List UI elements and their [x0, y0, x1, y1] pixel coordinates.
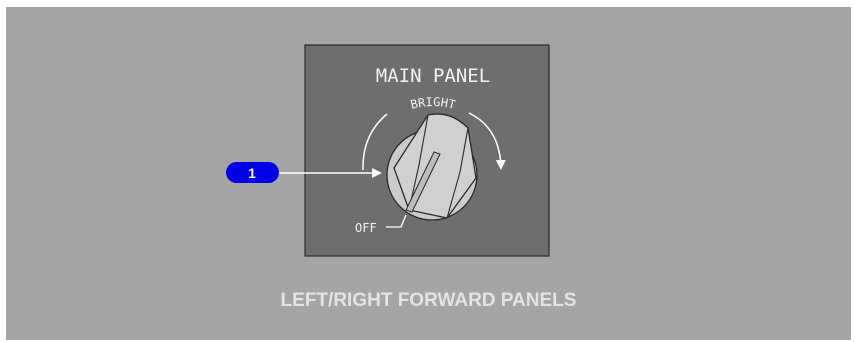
panel-location-caption: LEFT/RIGHT FORWARD PANELS [280, 290, 577, 311]
panel-title: MAIN PANEL [376, 65, 490, 87]
callout-number: 1 [248, 165, 256, 181]
diagram-frame: MAIN PANEL BRIGHT OFF 1 LEFT/RIGHT FORWA… [0, 0, 855, 342]
off-label: OFF [355, 221, 377, 235]
